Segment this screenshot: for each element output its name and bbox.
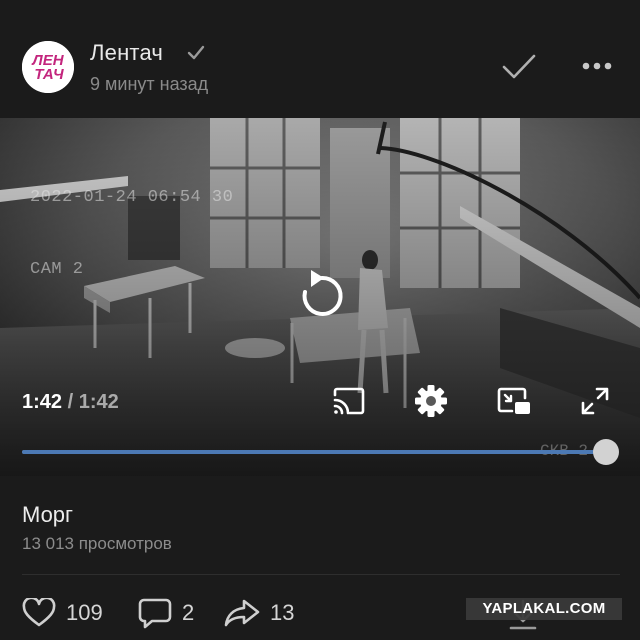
view-count: 13 013 просмотров	[22, 534, 172, 553]
playback-time: 1:42 / 1:42	[22, 391, 119, 414]
divider	[22, 574, 620, 575]
comment-icon	[138, 598, 172, 629]
time-separator: /	[62, 391, 79, 413]
video-title: Морг	[22, 502, 74, 527]
current-time: 1:42	[22, 391, 63, 413]
channel-avatar[interactable]: ЛЕН ТАЧ	[22, 41, 74, 93]
cast-icon[interactable]	[332, 386, 366, 416]
duration: 1:42	[78, 391, 119, 413]
progress-thumb[interactable]	[593, 439, 619, 465]
cam-timestamp-overlay: 2022-01-24 06:54 30 CAM 2	[30, 138, 233, 330]
post-time: 9 минут назад	[90, 74, 209, 94]
like-count: 109	[66, 600, 103, 625]
heart-icon	[22, 598, 56, 627]
progress-fill	[22, 450, 606, 454]
settings-gear-icon[interactable]	[414, 384, 448, 418]
cam-timestamp: 2022-01-24 06:54 30	[30, 188, 234, 207]
lentach-logo-icon: ЛЕН ТАЧ	[22, 41, 74, 93]
site-watermark: YAPLAKAL.COM	[466, 598, 622, 620]
video-player[interactable]: 2022-01-24 06:54 30 CAM 2 1:42 / 1:42	[0, 118, 640, 476]
channel-name[interactable]: Лентач	[90, 40, 163, 66]
picture-in-picture-icon[interactable]	[496, 386, 532, 416]
cam-number: CAM 2	[30, 260, 84, 279]
comment-count: 2	[182, 600, 195, 625]
share-count: 13	[270, 600, 295, 625]
comment-button[interactable]: 2	[138, 596, 194, 630]
verified-check-icon	[187, 45, 205, 60]
replay-icon[interactable]	[298, 268, 346, 320]
like-button[interactable]: 109	[22, 596, 103, 630]
share-button[interactable]: 13	[224, 596, 294, 630]
more-options-icon[interactable]	[580, 56, 614, 76]
svg-text:ТАЧ: ТАЧ	[34, 66, 64, 83]
post-header: ЛЕН ТАЧ Лентач 9 минут назад	[0, 0, 640, 118]
subscribed-check-icon[interactable]	[500, 52, 538, 82]
progress-bar[interactable]	[22, 439, 619, 465]
share-arrow-icon	[224, 599, 260, 627]
fullscreen-icon[interactable]	[580, 386, 610, 416]
